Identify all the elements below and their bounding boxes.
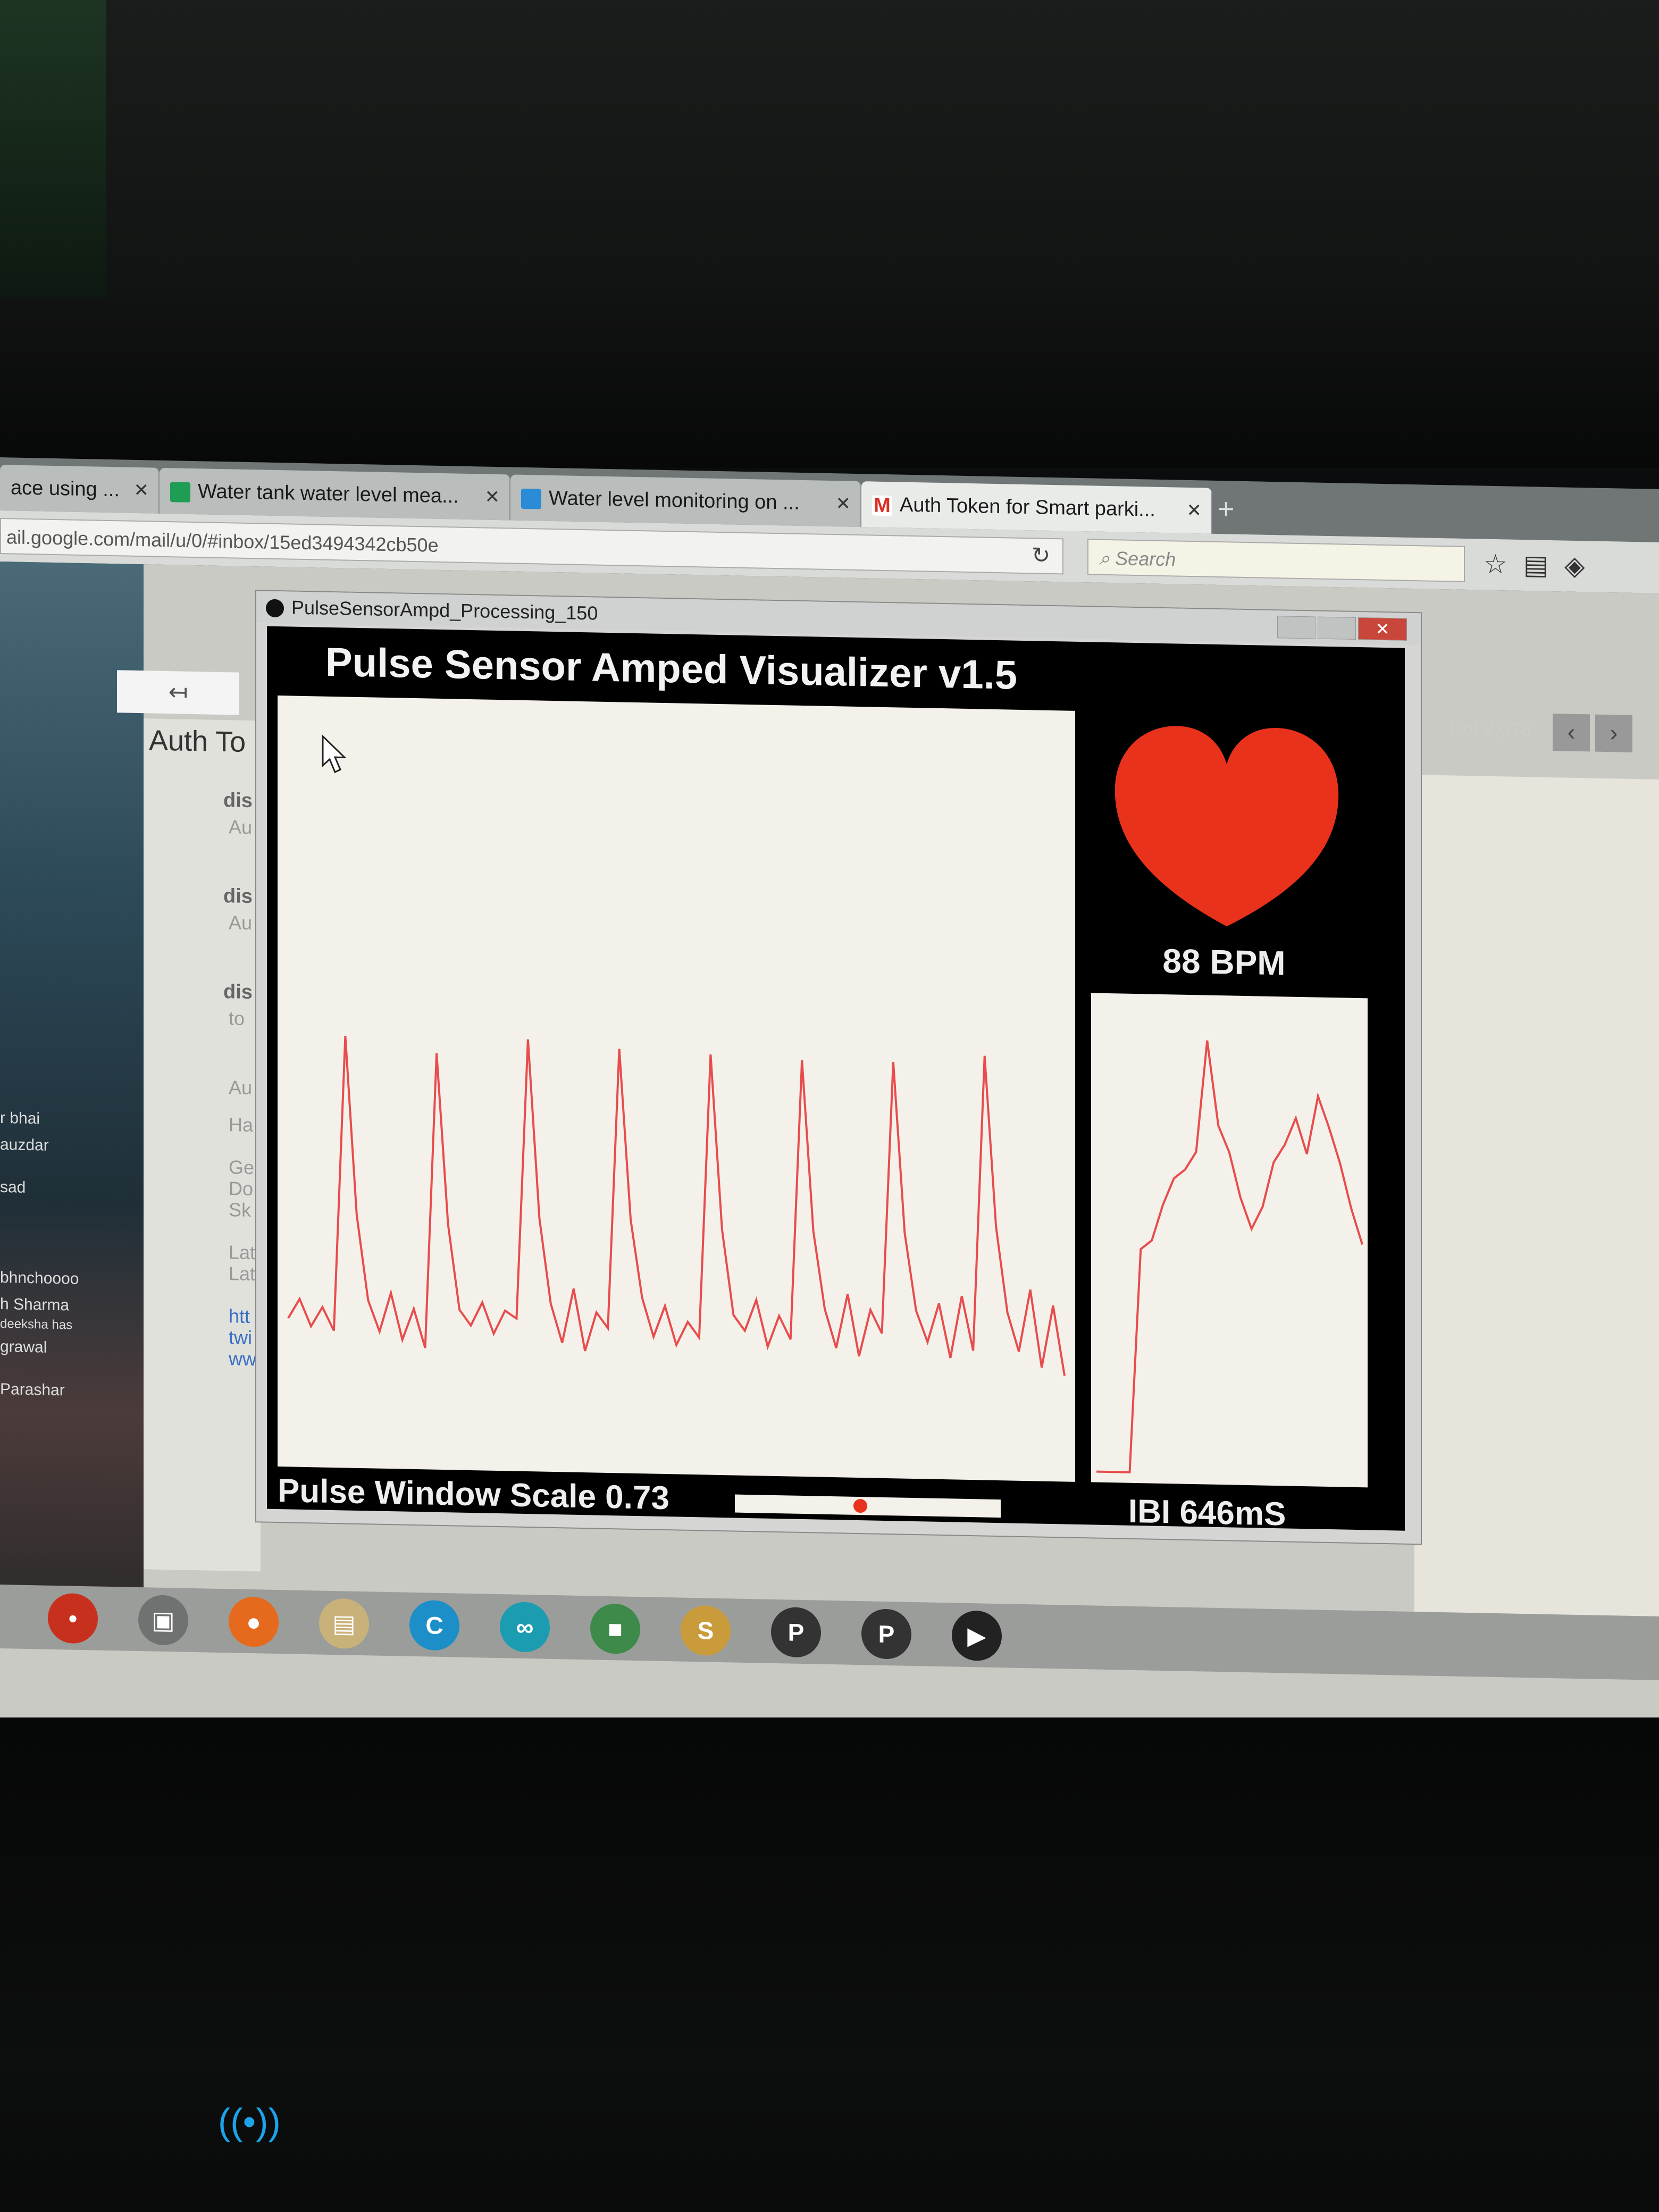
scale-slider-knob[interactable] bbox=[853, 1498, 867, 1513]
close-window-button[interactable]: ✕ bbox=[1358, 617, 1407, 641]
close-tab-icon[interactable]: ✕ bbox=[134, 467, 149, 514]
tab-water-tank[interactable]: Water tank water level mea... ✕ bbox=[160, 467, 510, 521]
body-text: Sk bbox=[229, 1199, 252, 1221]
body-text: Do bbox=[229, 1177, 254, 1200]
scale-slider[interactable] bbox=[735, 1494, 1001, 1518]
sidebar-contact[interactable]: deeksha has bbox=[0, 1317, 72, 1333]
thread-snippet: Au bbox=[229, 816, 253, 839]
pager-prev-button[interactable]: ‹ bbox=[1553, 714, 1590, 752]
processing-icon-2[interactable]: P bbox=[861, 1608, 911, 1660]
pulse-waveform-line bbox=[287, 1035, 1066, 1376]
email-thread bbox=[144, 718, 261, 1572]
gmail-right-panel bbox=[1414, 775, 1659, 1657]
tab-label: Water level monitoring on ... bbox=[549, 487, 800, 514]
firefox-icon[interactable]: ● bbox=[229, 1596, 279, 1648]
window-title: PulseSensorAmpd_Processing_150 bbox=[291, 596, 598, 624]
pager-count: 1 of 2,076 bbox=[1446, 717, 1532, 741]
search-placeholder: Search bbox=[1115, 547, 1176, 571]
ibi-readout: IBI 646mS bbox=[1128, 1493, 1286, 1531]
window-icon[interactable]: ▣ bbox=[138, 1594, 188, 1646]
sublime-icon[interactable]: S bbox=[681, 1605, 731, 1656]
close-tab-icon[interactable]: ✕ bbox=[1187, 488, 1202, 534]
pulse-waveform-panel bbox=[278, 696, 1075, 1482]
body-text: Ha bbox=[229, 1113, 254, 1136]
bookmark-star-icon[interactable]: ☆ bbox=[1484, 549, 1523, 580]
monitor-screen: ace using ... ✕ Water tank water level me… bbox=[0, 457, 1659, 1755]
arduino-icon[interactable]: ∞ bbox=[500, 1602, 550, 1653]
thread-snippet: to bbox=[229, 1007, 245, 1029]
thread-snippet: Au bbox=[229, 911, 253, 934]
tab-label: Auth Token for Smart parki... bbox=[900, 493, 1155, 521]
folder-icon[interactable]: ▤ bbox=[319, 1598, 369, 1649]
background-room bbox=[0, 0, 1659, 468]
tab-water-level[interactable]: Water level monitoring on ... ✕ bbox=[510, 474, 861, 527]
tab-label: ace using ... bbox=[11, 476, 120, 501]
body-text: Au bbox=[229, 1076, 253, 1099]
sidebar-contact[interactable]: sad bbox=[0, 1178, 26, 1197]
sidebar-contact[interactable]: Parashar bbox=[0, 1380, 65, 1400]
heart-icon bbox=[1102, 711, 1352, 940]
tab-ace-using[interactable]: ace using ... ✕ bbox=[0, 465, 160, 514]
body-text: Lat bbox=[229, 1241, 256, 1264]
back-arrow-button[interactable]: ↤ bbox=[117, 670, 239, 715]
sidebar-contact[interactable]: bhnchoooo bbox=[0, 1269, 79, 1288]
email-subject: Auth To bbox=[149, 724, 246, 758]
sidebar-contact[interactable]: h Sharma bbox=[0, 1295, 69, 1314]
bpm-history-line bbox=[1096, 1040, 1363, 1473]
new-tab-icon[interactable]: + bbox=[1218, 492, 1235, 526]
pulse-waveform-chart bbox=[287, 1035, 1066, 1376]
processing-icon-1[interactable]: P bbox=[771, 1606, 821, 1658]
gmail-favicon-icon: M bbox=[872, 495, 892, 517]
processing-window: PulseSensorAmpd_Processing_150 ✕ Pulse S… bbox=[255, 590, 1422, 1545]
sidebar-contact[interactable]: grawal bbox=[0, 1338, 47, 1357]
processing-app-icon bbox=[266, 599, 284, 618]
background-wall-green bbox=[0, 0, 106, 298]
bpm-readout: 88 BPM bbox=[1162, 941, 1286, 983]
maximize-button[interactable] bbox=[1318, 616, 1356, 640]
sidebar-contact[interactable]: auzdar bbox=[0, 1136, 49, 1155]
pulse-window-scale-label: Pulse Window Scale 0.73 bbox=[278, 1472, 669, 1517]
clipboard-icon[interactable]: ▤ bbox=[1523, 550, 1564, 580]
toolbar-icons: ☆▤◈ bbox=[1484, 549, 1601, 582]
thread-sender[interactable]: dis bbox=[223, 885, 253, 908]
play-icon[interactable]: ▶ bbox=[952, 1610, 1002, 1662]
close-tab-icon[interactable]: ✕ bbox=[485, 474, 500, 521]
sheets-favicon-icon bbox=[170, 482, 190, 502]
window-controls: ✕ bbox=[1275, 616, 1407, 642]
thread-sender[interactable]: dis bbox=[223, 789, 253, 812]
search-input[interactable]: ⌕ Search bbox=[1087, 539, 1465, 582]
ccleaner-icon[interactable]: C bbox=[409, 1599, 459, 1651]
body-link[interactable]: ww bbox=[229, 1347, 256, 1370]
pager-next-button[interactable]: › bbox=[1595, 714, 1632, 752]
pocket-icon[interactable]: ◈ bbox=[1564, 550, 1601, 581]
reload-icon[interactable]: ↻ bbox=[1032, 542, 1050, 568]
body-text: Lat bbox=[229, 1262, 256, 1285]
body-text: Ge bbox=[229, 1156, 255, 1179]
hackster-favicon-icon bbox=[521, 488, 541, 509]
thread-sender[interactable]: dis bbox=[223, 981, 253, 1004]
tab-label: Water tank water level mea... bbox=[198, 480, 459, 508]
pycharm-icon[interactable]: ■ bbox=[590, 1603, 640, 1655]
opera-icon[interactable]: • bbox=[48, 1593, 98, 1644]
wifi-indicator-icon: ((•)) bbox=[218, 2101, 281, 2142]
visualizer-canvas: Pulse Sensor Amped Visualizer v1.5 88 BP… bbox=[267, 626, 1405, 1531]
gmail-sidebar: r bhai auzdar sad bhnchoooo h Sharma dee… bbox=[0, 562, 144, 1628]
minimize-button[interactable] bbox=[1277, 616, 1316, 639]
body-link[interactable]: twi bbox=[229, 1326, 252, 1349]
sidebar-contact[interactable]: r bhai bbox=[0, 1109, 40, 1128]
bpm-history-chart bbox=[1096, 1040, 1363, 1473]
body-link[interactable]: htt bbox=[229, 1305, 250, 1328]
mouse-cursor-icon bbox=[322, 734, 347, 774]
visualizer-heading: Pulse Sensor Amped Visualizer v1.5 bbox=[325, 639, 1018, 698]
bpm-history-panel bbox=[1091, 993, 1368, 1488]
tab-auth-token[interactable]: M Auth Token for Smart parki... ✕ bbox=[861, 481, 1212, 534]
close-tab-icon[interactable]: ✕ bbox=[836, 481, 851, 527]
